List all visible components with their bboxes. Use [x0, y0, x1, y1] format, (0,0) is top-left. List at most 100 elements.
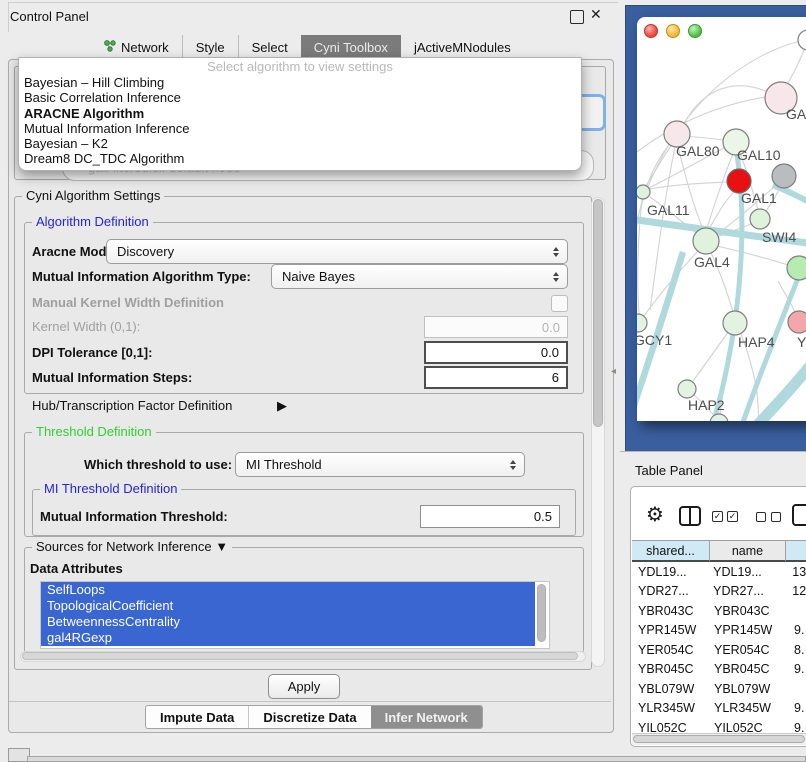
table-row[interactable]: YDL19... YDL19... 13 — [632, 562, 806, 582]
network-node-gray[interactable] — [772, 164, 796, 188]
kernel-width-input[interactable]: 0.0 — [424, 316, 568, 338]
float-window-icon[interactable] — [570, 10, 584, 24]
node-label: GAL — [786, 106, 806, 122]
data-attribute-option[interactable]: gal4RGexp — [41, 630, 535, 646]
table-row[interactable]: YER054C YER054C 8. — [632, 640, 806, 660]
cell-value: 9. — [786, 721, 804, 733]
tab-label: Select — [252, 40, 288, 55]
table-row[interactable]: YLR345W YLR345W 9. — [632, 699, 806, 719]
node-label: GAL11 — [647, 202, 690, 218]
data-attribute-option[interactable]: TopologicalCoefficient — [41, 598, 535, 614]
attributes-scrollbar-thumb[interactable] — [537, 584, 546, 642]
tab-jactivemnodules[interactable]: jActiveMNodules — [401, 35, 524, 59]
network-node[interactable] — [798, 30, 806, 50]
close-icon[interactable]: ✕ — [590, 6, 602, 23]
table-row[interactable]: YPR145W YPR145W 9. — [632, 621, 806, 641]
cell-value: 9. — [786, 623, 804, 637]
tab-infer-network[interactable]: Infer Network — [371, 706, 482, 728]
close-window-button[interactable] — [644, 24, 658, 38]
mi-threshold-input[interactable]: 0.5 — [420, 505, 560, 528]
dpi-tolerance-input[interactable]: 0.0 — [424, 341, 568, 364]
mi-threshold-definition-legend: MI Threshold Definition — [40, 482, 181, 496]
tab-select[interactable]: Select — [238, 35, 301, 59]
expand-right-icon[interactable]: ▶ — [277, 398, 287, 414]
sources-legend: Sources for Network Inference ▼ — [32, 540, 232, 554]
network-node-hap2[interactable] — [678, 380, 696, 398]
cell-name: YBR045C — [710, 662, 786, 676]
aracne-mode-select[interactable]: Discovery — [106, 239, 568, 264]
column-header-shared-name[interactable]: shared... — [632, 540, 710, 562]
table-row[interactable]: YBR045C YBR045C 9. — [632, 660, 806, 680]
cell-name: YPR145W — [710, 623, 786, 637]
cell-name: YLR345W — [710, 701, 786, 715]
algorithm-definition-legend: Algorithm Definition — [32, 215, 153, 229]
cell-shared-name: YPR145W — [632, 623, 710, 637]
network-node-hap4[interactable] — [723, 311, 747, 335]
table-hscrollbar-thumb[interactable] — [633, 735, 805, 743]
algorithm-option[interactable]: ARACNE Algorithm — [19, 106, 581, 121]
data-attribute-option[interactable]: BetweennessCentrality — [41, 614, 535, 630]
algorithm-option[interactable]: Bayesian – Hill Climbing — [19, 75, 581, 90]
cell-name: YDR27... — [709, 584, 784, 598]
mi-steps-label: Mutual Information Steps: — [32, 370, 192, 386]
gear-icon[interactable]: ⚙ — [646, 502, 664, 527]
network-node-gal11[interactable] — [637, 185, 650, 199]
column-header-label: shared... — [646, 544, 695, 558]
tab-network[interactable]: Network — [90, 35, 182, 59]
cell-name: YER054C — [710, 643, 786, 657]
node-label: SWI4 — [762, 229, 796, 245]
table-row[interactable]: YIL052C YIL052C 9. — [632, 718, 806, 733]
data-attributes-list[interactable]: SelfLoopsTopologicalCoefficientBetweenne… — [40, 581, 550, 649]
function-builder-icon[interactable] — [792, 504, 806, 526]
tab-discretize-data[interactable]: Discretize Data — [248, 706, 370, 728]
select-all-columns-icon[interactable]: ✓ ✓ — [712, 511, 738, 522]
data-attribute-option[interactable]: SelfLoops — [41, 582, 535, 598]
column-header-name[interactable]: name — [710, 540, 786, 562]
mi-algorithm-type-select[interactable]: Naive Bayes — [271, 264, 568, 289]
settings-scrollbar-thumb[interactable] — [593, 199, 603, 427]
network-node-gal1[interactable] — [750, 209, 770, 229]
tab-label: Cyni Toolbox — [314, 40, 388, 55]
cell-name: YIL052C — [710, 721, 786, 733]
algorithm-option[interactable]: Basic Correlation Inference — [19, 90, 581, 105]
zoom-window-button[interactable] — [688, 24, 702, 38]
column-browser-icon[interactable] — [679, 506, 701, 526]
algorithm-option[interactable]: Dream8 DC_TDC Algorithm — [19, 151, 581, 166]
expand-down-icon[interactable]: ▼ — [215, 539, 228, 554]
mi-threshold-value: 0.5 — [534, 509, 552, 524]
window-edge-line — [8, 2, 9, 32]
minimize-window-button[interactable] — [666, 24, 680, 38]
tab-label: Impute Data — [160, 710, 234, 725]
cell-value: 13 — [784, 565, 806, 579]
panel-divider — [9, 701, 611, 702]
tab-style[interactable]: Style — [182, 35, 238, 59]
network-node-pink[interactable] — [788, 311, 806, 333]
node-label: GAL80 — [676, 143, 720, 159]
table-row[interactable]: YDR27... YDR27... 12 — [632, 582, 806, 602]
network-graph-icon — [103, 39, 116, 55]
algorithm-option[interactable]: Mutual Information Inference — [19, 121, 581, 136]
mi-steps-input[interactable]: 6 — [424, 366, 568, 389]
network-node-gal4[interactable] — [693, 228, 719, 254]
which-threshold-select[interactable]: MI Threshold — [235, 452, 525, 477]
column-header-partial[interactable] — [786, 540, 806, 562]
cell-shared-name: YBL079W — [632, 682, 710, 696]
settings-hscrollbar-thumb[interactable] — [22, 652, 578, 660]
network-node-gcy1[interactable] — [637, 314, 647, 332]
network-node-swi4[interactable] — [787, 256, 806, 280]
cell-shared-name: YBR043C — [632, 604, 710, 618]
table-rows: YDL19... YDL19... 13 YDR27... YDR27... 1… — [632, 562, 806, 733]
cell-name: YBR043C — [710, 604, 786, 618]
tab-impute-data[interactable]: Impute Data — [146, 706, 248, 728]
splitter-arrow-icon[interactable]: ◂ — [611, 366, 616, 377]
control-panel-tab-bar: Network Style Select Cyni Toolbox jActiv… — [90, 35, 524, 59]
deselect-all-columns-icon[interactable] — [756, 512, 781, 522]
algorithm-option[interactable]: Bayesian – K2 — [19, 136, 581, 151]
table-row[interactable]: YBL079W YBL079W — [632, 679, 806, 699]
manual-kernel-width-checkbox[interactable] — [551, 295, 568, 312]
tab-cyni-toolbox[interactable]: Cyni Toolbox — [301, 35, 401, 59]
tab-label: Style — [196, 40, 225, 55]
apply-button[interactable]: Apply — [268, 674, 340, 699]
table-row[interactable]: YBR043C YBR043C — [632, 601, 806, 621]
bottom-tab-bar: Impute Data Discretize Data Infer Networ… — [145, 705, 483, 729]
